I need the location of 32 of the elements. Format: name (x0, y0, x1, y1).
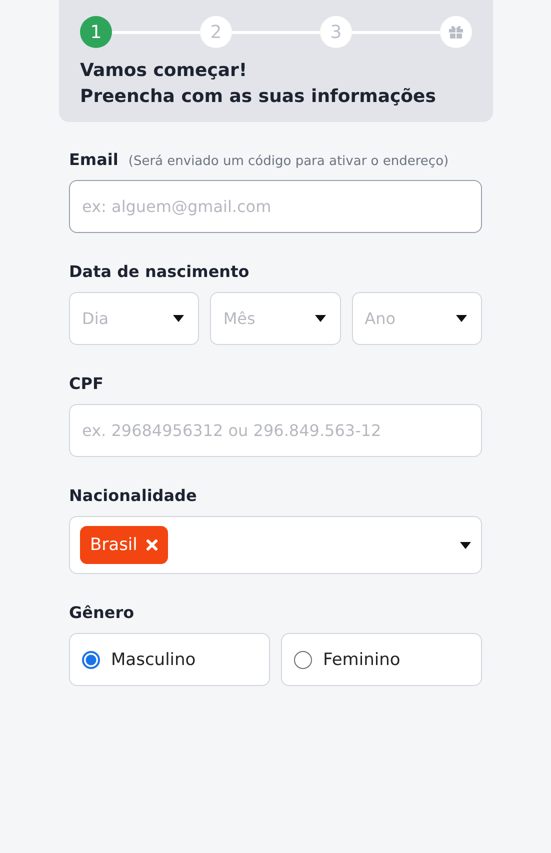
field-label: Email (69, 150, 118, 169)
dropdown-field[interactable]: Mês (210, 292, 341, 345)
radio-option[interactable]: Feminino (281, 633, 482, 686)
field-label: Nacionalidade (69, 486, 197, 505)
field-label: CPF (69, 374, 104, 393)
close-icon[interactable] (146, 539, 158, 551)
radio-button[interactable] (82, 650, 100, 668)
radio-option[interactable]: Masculino (69, 633, 270, 686)
radio-button[interactable] (294, 650, 312, 668)
caret-icon (460, 542, 471, 548)
heading-text: Preencha com as suas informações (80, 85, 437, 109)
step-indicator: 3 (320, 16, 352, 48)
email-field[interactable]: ex: alguem@gmail.com (69, 180, 482, 233)
step-indicator: 1 (80, 16, 112, 48)
placeholder-text: Mês (223, 309, 256, 328)
placeholder-text: Ano (364, 309, 396, 328)
caret-icon (173, 315, 184, 322)
dropdown-field[interactable]: Dia (69, 292, 200, 345)
option-label: Masculino (111, 650, 196, 670)
option-label: Feminino (323, 650, 400, 670)
caret-icon (456, 315, 467, 322)
field-label: Data de nascimento (69, 262, 250, 281)
tag-label: Brasil (90, 535, 138, 555)
heading-text: Vamos começar! (80, 59, 248, 83)
cpf-field[interactable]: ex. 29684956312 ou 296.849.563-12 (69, 404, 482, 457)
placeholder-text: Dia (82, 309, 109, 328)
field-label: Gênero (69, 603, 134, 622)
dropdown-field[interactable]: Ano (352, 292, 482, 345)
step-indicator: 2 (200, 16, 232, 48)
hint-text: (Será enviado um código para ativar o endereço) (128, 154, 449, 169)
caret-icon (314, 315, 326, 322)
multiselect-field[interactable]: Brasil (69, 516, 482, 574)
